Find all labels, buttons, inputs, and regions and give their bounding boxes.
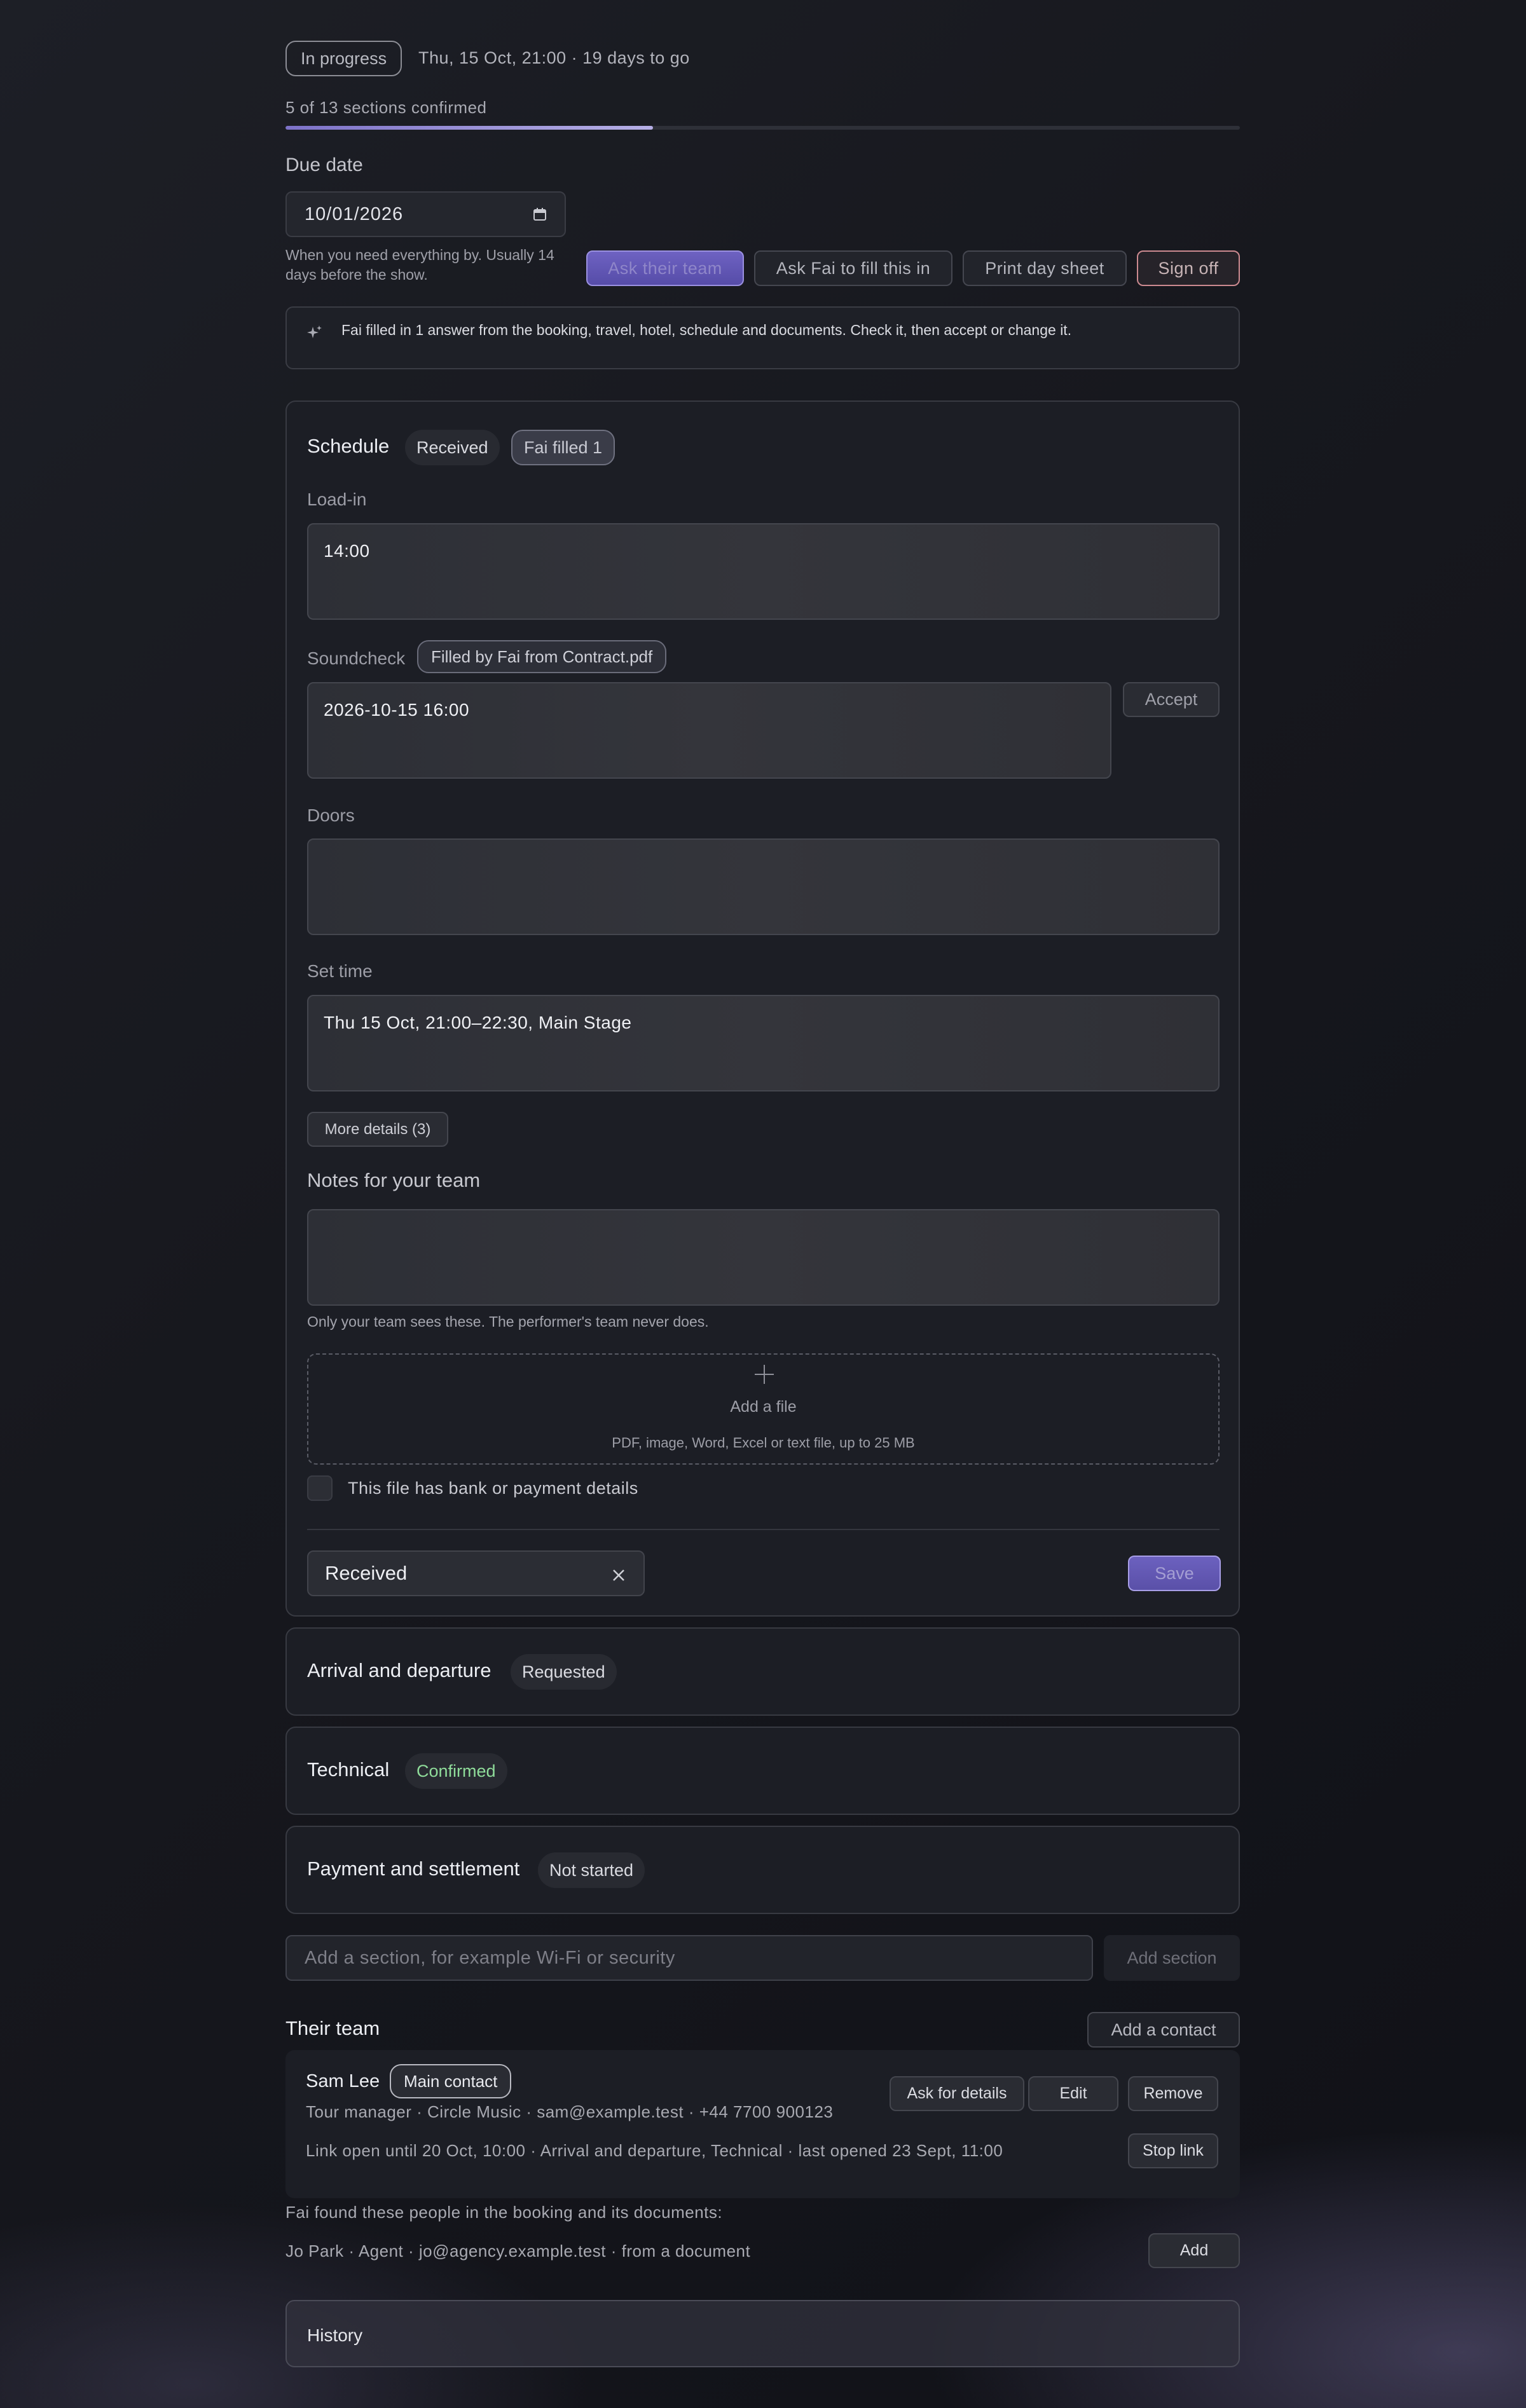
progress-fill bbox=[285, 126, 653, 130]
section-title: Arrival and departure bbox=[307, 1659, 491, 1681]
fai-source-chip: Filled by Fai from Contract.pdf bbox=[417, 640, 667, 673]
load-in-label: Load-in bbox=[307, 489, 367, 509]
remove-contact-button[interactable]: Remove bbox=[1128, 2076, 1218, 2111]
status-badge: Requested bbox=[511, 1654, 617, 1690]
load-in-field[interactable]: 14:00 bbox=[307, 523, 1220, 620]
close-icon[interactable] bbox=[610, 1566, 627, 1582]
found-people-text: Fai found these people in the booking an… bbox=[285, 2203, 723, 2222]
doors-field[interactable] bbox=[307, 838, 1220, 935]
accept-button[interactable]: Accept bbox=[1123, 682, 1220, 717]
plus-icon bbox=[753, 1364, 775, 1385]
add-contact-button[interactable]: Add a contact bbox=[1087, 2012, 1240, 2048]
status-badge: Not started bbox=[538, 1852, 645, 1888]
more-details-button[interactable]: More details (3) bbox=[307, 1112, 448, 1147]
notes-label: Notes for your team bbox=[307, 1169, 481, 1191]
status-select[interactable]: Received bbox=[307, 1550, 645, 1596]
fai-banner: Fai filled in 1 answer from the booking,… bbox=[285, 306, 1240, 369]
edit-contact-button[interactable]: Edit bbox=[1028, 2076, 1118, 2111]
ask-fai-button[interactable]: Ask Fai to fill this in bbox=[754, 250, 952, 286]
soundcheck-field[interactable]: 2026-10-15 16:00 bbox=[307, 682, 1111, 779]
fai-banner-text: Fai filled in 1 answer from the booking,… bbox=[341, 322, 1072, 338]
due-date-value: 10/01/2026 bbox=[305, 203, 404, 224]
due-date-input[interactable]: 10/01/2026 bbox=[285, 191, 566, 237]
add-section-input[interactable]: Add a section, for example Wi-Fi or secu… bbox=[285, 1935, 1093, 1981]
due-date-help: When you need everything by. Usually 14 … bbox=[285, 247, 554, 283]
calendar-icon[interactable] bbox=[533, 207, 547, 221]
progress-bar bbox=[285, 126, 1240, 130]
show-date-meta: Thu, 15 Oct, 21:00 · 19 days to go bbox=[418, 48, 690, 67]
history-title: History bbox=[307, 2325, 363, 2345]
section-title: Technical bbox=[307, 1758, 390, 1781]
status-pill: In progress bbox=[285, 41, 402, 76]
history-section[interactable]: History bbox=[285, 2300, 1240, 2367]
contact-meta: Tour manager · Circle Music · sam@exampl… bbox=[306, 2102, 834, 2121]
contact-card: Sam Lee Main contact Tour manager · Circ… bbox=[285, 2050, 1240, 2198]
notes-help: Only your team sees these. The performer… bbox=[307, 1313, 709, 1330]
contact-link-status: Link open until 20 Oct, 10:00 · Arrival … bbox=[306, 2141, 1003, 2160]
section-arrival-departure[interactable]: Arrival and departure Requested bbox=[285, 1627, 1240, 1716]
status-select-value: Received bbox=[325, 1562, 408, 1584]
section-title: Payment and settlement bbox=[307, 1857, 520, 1880]
main-contact-badge: Main contact bbox=[390, 2064, 512, 2098]
save-button[interactable]: Save bbox=[1128, 1556, 1221, 1591]
their-team-title: Their team bbox=[285, 2017, 380, 2039]
sign-off-button[interactable]: Sign off bbox=[1137, 250, 1240, 286]
section-payment-settlement[interactable]: Payment and settlement Not started bbox=[285, 1826, 1240, 1914]
ask-their-team-button[interactable]: Ask their team bbox=[586, 250, 744, 286]
bank-details-label: This file has bank or payment details bbox=[348, 1479, 638, 1498]
add-section-button[interactable]: Add section bbox=[1104, 1935, 1240, 1981]
add-file-label: Add a file bbox=[730, 1398, 797, 1416]
status-badge: Confirmed bbox=[405, 1753, 507, 1789]
notes-field[interactable] bbox=[307, 1209, 1220, 1306]
set-time-field[interactable]: Thu 15 Oct, 21:00–22:30, Main Stage bbox=[307, 995, 1220, 1091]
schedule-section: Schedule Received Fai filled 1 Load-in 1… bbox=[285, 400, 1240, 1617]
sparkle-icon bbox=[305, 323, 324, 342]
found-person: Jo Park · Agent · jo@agency.example.test… bbox=[285, 2241, 751, 2261]
due-date-label: Due date bbox=[285, 154, 363, 175]
soundcheck-label: Soundcheck bbox=[307, 648, 406, 668]
file-types-label: PDF, image, Word, Excel or text file, up… bbox=[612, 1435, 915, 1451]
doors-label: Doors bbox=[307, 805, 355, 825]
section-technical[interactable]: Technical Confirmed bbox=[285, 1727, 1240, 1815]
ask-for-details-button[interactable]: Ask for details bbox=[890, 2076, 1024, 2111]
stop-link-button[interactable]: Stop link bbox=[1128, 2133, 1218, 2168]
divider bbox=[307, 1529, 1220, 1530]
section-title: Schedule bbox=[307, 435, 390, 457]
file-dropzone[interactable]: Add a file PDF, image, Word, Excel or te… bbox=[307, 1353, 1220, 1465]
bank-details-checkbox[interactable] bbox=[307, 1475, 333, 1501]
status-badge: Received bbox=[405, 430, 500, 465]
add-found-person-button[interactable]: Add bbox=[1148, 2233, 1240, 2268]
print-day-sheet-button[interactable]: Print day sheet bbox=[963, 250, 1127, 286]
set-time-label: Set time bbox=[307, 961, 373, 981]
progress-text: 5 of 13 sections confirmed bbox=[285, 98, 487, 117]
fai-filled-badge: Fai filled 1 bbox=[511, 430, 615, 465]
contact-name: Sam Lee bbox=[306, 2071, 380, 2091]
